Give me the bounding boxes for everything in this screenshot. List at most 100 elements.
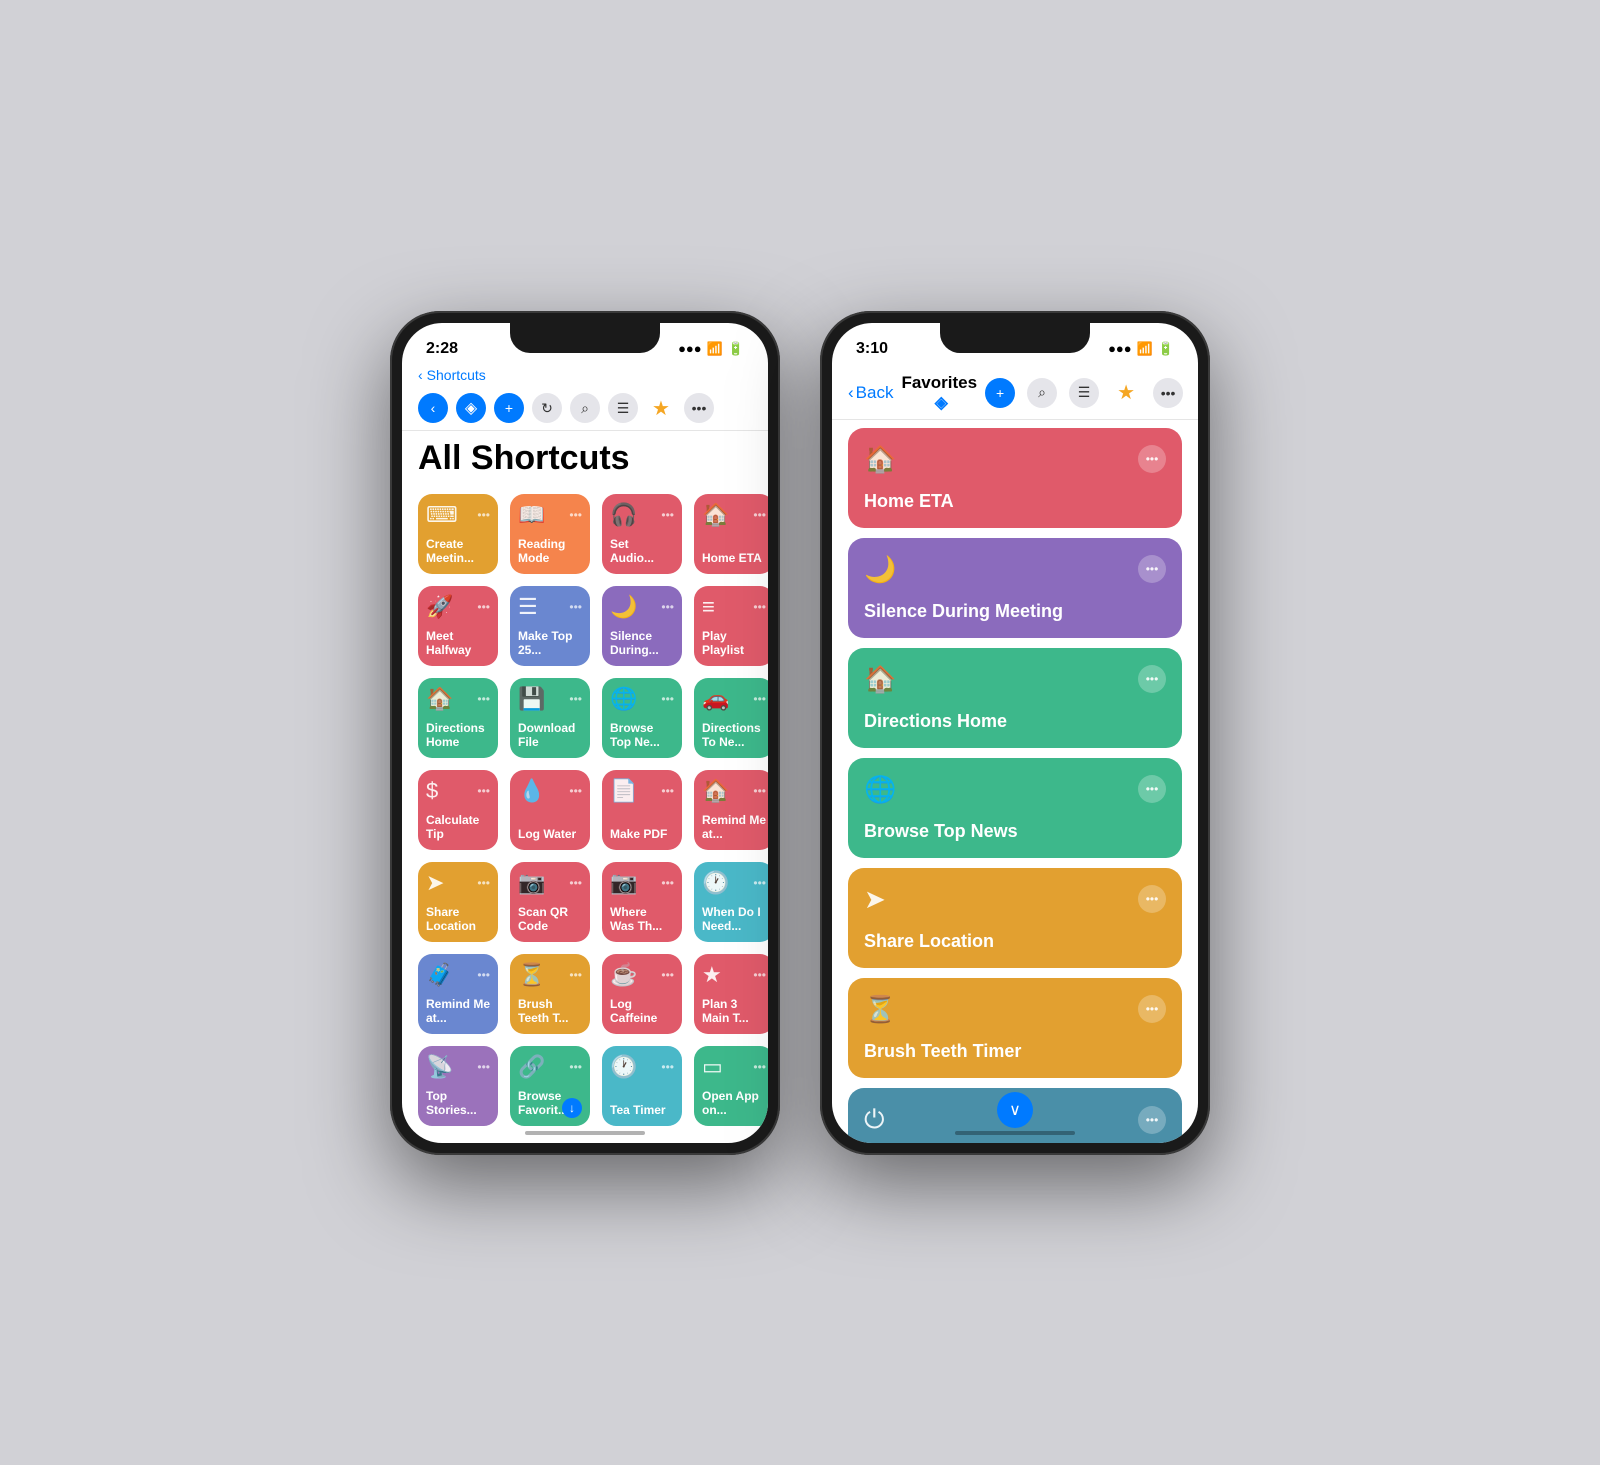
tile-log-caffeine[interactable]: ☕••• Log Caffeine <box>602 954 682 1034</box>
nav-layers-icon-1[interactable]: ◈ <box>456 393 486 423</box>
tile-remind-me-at[interactable]: 🏠••• Remind Me at... <box>694 770 768 850</box>
nav-layers-icon-2: ◈ <box>935 393 948 412</box>
signal-icon: ●●● <box>678 341 702 356</box>
tile-top-stories[interactable]: 📡••• Top Stories... <box>418 1046 498 1126</box>
back-label-1[interactable]: ‹ Shortcuts <box>402 367 768 387</box>
page-title-1: All Shortcuts <box>402 431 768 490</box>
nav-back-button-1[interactable]: ‹ <box>418 393 448 423</box>
tile-plan-3-main-t[interactable]: ★••• Plan 3 Main T... <box>694 954 768 1034</box>
fav-more-btn[interactable]: ••• <box>1138 775 1166 803</box>
fav-label: Silence During Meeting <box>864 601 1166 622</box>
fav-more-btn[interactable]: ••• <box>1138 885 1166 913</box>
tile-make-pdf[interactable]: 📄••• Make PDF <box>602 770 682 850</box>
nav-plus-icon-1[interactable]: + <box>494 393 524 423</box>
tile-label: Set Audio... <box>610 537 674 566</box>
tile-create-meeting[interactable]: ⌨••• Create Meetin... <box>418 494 498 574</box>
tile-when-do-i-need[interactable]: 🕐••• When Do I Need... <box>694 862 768 942</box>
home-indicator-1 <box>525 1131 645 1135</box>
nav-bar-2: ‹ Back Favorites ◈ + ⌕ ☰ ★ ••• <box>832 367 1198 420</box>
nav-refresh-icon-1[interactable]: ↻ <box>532 393 562 423</box>
fav-browse-top-news[interactable]: 🌐 ••• Browse Top News <box>848 758 1182 858</box>
nav-list-icon-2[interactable]: ☰ <box>1069 378 1099 408</box>
nav-more-icon-2[interactable]: ••• <box>1153 378 1183 408</box>
drop-icon: 💧 <box>518 778 545 804</box>
fav-more-btn[interactable]: ••• <box>1138 555 1166 583</box>
nav-plus-icon-2[interactable]: + <box>985 378 1015 408</box>
tile-reading-mode[interactable]: 📖••• Reading Mode <box>510 494 590 574</box>
tile-label: Create Meetin... <box>426 537 490 566</box>
fav-brush-teeth-timer[interactable]: ⏳ ••• Brush Teeth Timer <box>848 978 1182 1078</box>
favorites-list: 🏠 ••• Home ETA 🌙 ••• Silence During Meet… <box>832 420 1198 1143</box>
tile-play-playlist[interactable]: ≡••• Play Playlist <box>694 586 768 666</box>
fav-home-eta[interactable]: 🏠 ••• Home ETA <box>848 428 1182 528</box>
fav-more-btn[interactable]: ••• <box>1138 665 1166 693</box>
nav-search-icon-2[interactable]: ⌕ <box>1027 378 1057 408</box>
nav-star-icon-2[interactable]: ★ <box>1111 378 1141 408</box>
nav-back-button-2[interactable]: ‹ Back <box>848 383 893 403</box>
tile-make-top25[interactable]: ☰••• Make Top 25... <box>510 586 590 666</box>
tile-label: Plan 3 Main T... <box>702 997 766 1026</box>
hourglass-icon: ⏳ <box>518 962 545 988</box>
fav-label: Browse Top News <box>864 821 1166 842</box>
tile-label: Browse Top Ne... <box>610 721 674 750</box>
dollar-icon: $ <box>426 778 438 804</box>
tile-browse-favorit[interactable]: 🔗••• Browse Favorit... ↓ <box>510 1046 590 1126</box>
tile-set-audio[interactable]: 🎧••• Set Audio... <box>602 494 682 574</box>
briefcase-icon: 🧳 <box>426 962 453 988</box>
tile-scan-qr[interactable]: 📷••• Scan QR Code <box>510 862 590 942</box>
tile-silence-during[interactable]: 🌙••• Silence During... <box>602 586 682 666</box>
fav-more-btn[interactable]: ••• <box>1138 445 1166 473</box>
home-icon: 🏠 <box>864 444 896 475</box>
tile-label: Calculate Tip <box>426 813 490 842</box>
book-icon: 📖 <box>518 502 545 528</box>
car-icon: 🚗 <box>702 686 729 712</box>
arrow-icon: ➤ <box>426 870 444 896</box>
nav-bar-1: ‹ ◈ + ↻ ⌕ ☰ ★ ••• <box>402 387 768 431</box>
fav-label: Share Location <box>864 931 1166 952</box>
tile-tea-timer[interactable]: 🕐••• Tea Timer <box>602 1046 682 1126</box>
fav-more-btn[interactable]: ••• <box>1138 1106 1166 1134</box>
fav-directions-home[interactable]: 🏠 ••• Directions Home <box>848 648 1182 748</box>
scroll-down-indicator[interactable]: ∨ <box>997 1092 1033 1128</box>
tile-browse-top-news[interactable]: 🌐••• Browse Top Ne... <box>602 678 682 758</box>
arrow-icon: ➤ <box>864 884 886 915</box>
nav-search-icon-1[interactable]: ⌕ <box>570 393 600 423</box>
tile-meet-halfway[interactable]: 🚀••• Meet Halfway <box>418 586 498 666</box>
list-icon: ☰ <box>518 594 538 620</box>
pdf-icon: 📄 <box>610 778 637 804</box>
tile-label: Download File <box>518 721 582 750</box>
tile-open-app-on[interactable]: ▭••• Open App on... <box>694 1046 768 1126</box>
tile-directions-home[interactable]: 🏠••• Directions Home <box>418 678 498 758</box>
tile-label: Scan QR Code <box>518 905 582 934</box>
tile-home-eta[interactable]: 🏠••• Home ETA <box>694 494 768 574</box>
tile-where-was-th[interactable]: 📷••• Where Was Th... <box>602 862 682 942</box>
nav-star-icon-1[interactable]: ★ <box>646 393 676 423</box>
tile-log-water[interactable]: 💧••• Log Water <box>510 770 590 850</box>
tile-label: Silence During... <box>610 629 674 658</box>
tile-share-location[interactable]: ➤••• Share Location <box>418 862 498 942</box>
tile-directions-ne[interactable]: 🚗••• Directions To Ne... <box>694 678 768 758</box>
tile-label: Make PDF <box>610 827 674 841</box>
tile-label: Top Stories... <box>426 1089 490 1118</box>
rocket-icon: 🚀 <box>426 594 453 620</box>
moon-icon: 🌙 <box>864 554 896 585</box>
tile-remind-me-at2[interactable]: 🧳••• Remind Me at... <box>418 954 498 1034</box>
rss-icon: 📡 <box>426 1054 453 1080</box>
tile-brush-teeth-t[interactable]: ⏳••• Brush Teeth T... <box>510 954 590 1034</box>
link-icon: 🔗 <box>518 1054 545 1080</box>
fav-share-location[interactable]: ➤ ••• Share Location <box>848 868 1182 968</box>
status-icons-2: ●●● 📶 🔋 <box>1108 341 1174 357</box>
fav-silence-during-meeting[interactable]: 🌙 ••• Silence During Meeting <box>848 538 1182 638</box>
clock-icon: 🕐 <box>610 1054 637 1080</box>
signal-icon: ●●● <box>1108 341 1132 356</box>
tile-calculate-tip[interactable]: $••• Calculate Tip <box>418 770 498 850</box>
tile-download-file[interactable]: 💾••• Download File <box>510 678 590 758</box>
tile-label: Open App on... <box>702 1089 766 1118</box>
status-time-1: 2:28 <box>426 340 458 358</box>
tile-label: Make Top 25... <box>518 629 582 658</box>
nav-more-icon-1[interactable]: ••• <box>684 393 714 423</box>
tile-label: Brush Teeth T... <box>518 997 582 1026</box>
nav-list-icon-1[interactable]: ☰ <box>608 393 638 423</box>
phones-container: 2:28 ●●● 📶 🔋 ‹ Shortcuts ‹ ◈ + ↻ ⌕ ☰ <box>390 311 1210 1155</box>
fav-more-btn[interactable]: ••• <box>1138 995 1166 1023</box>
